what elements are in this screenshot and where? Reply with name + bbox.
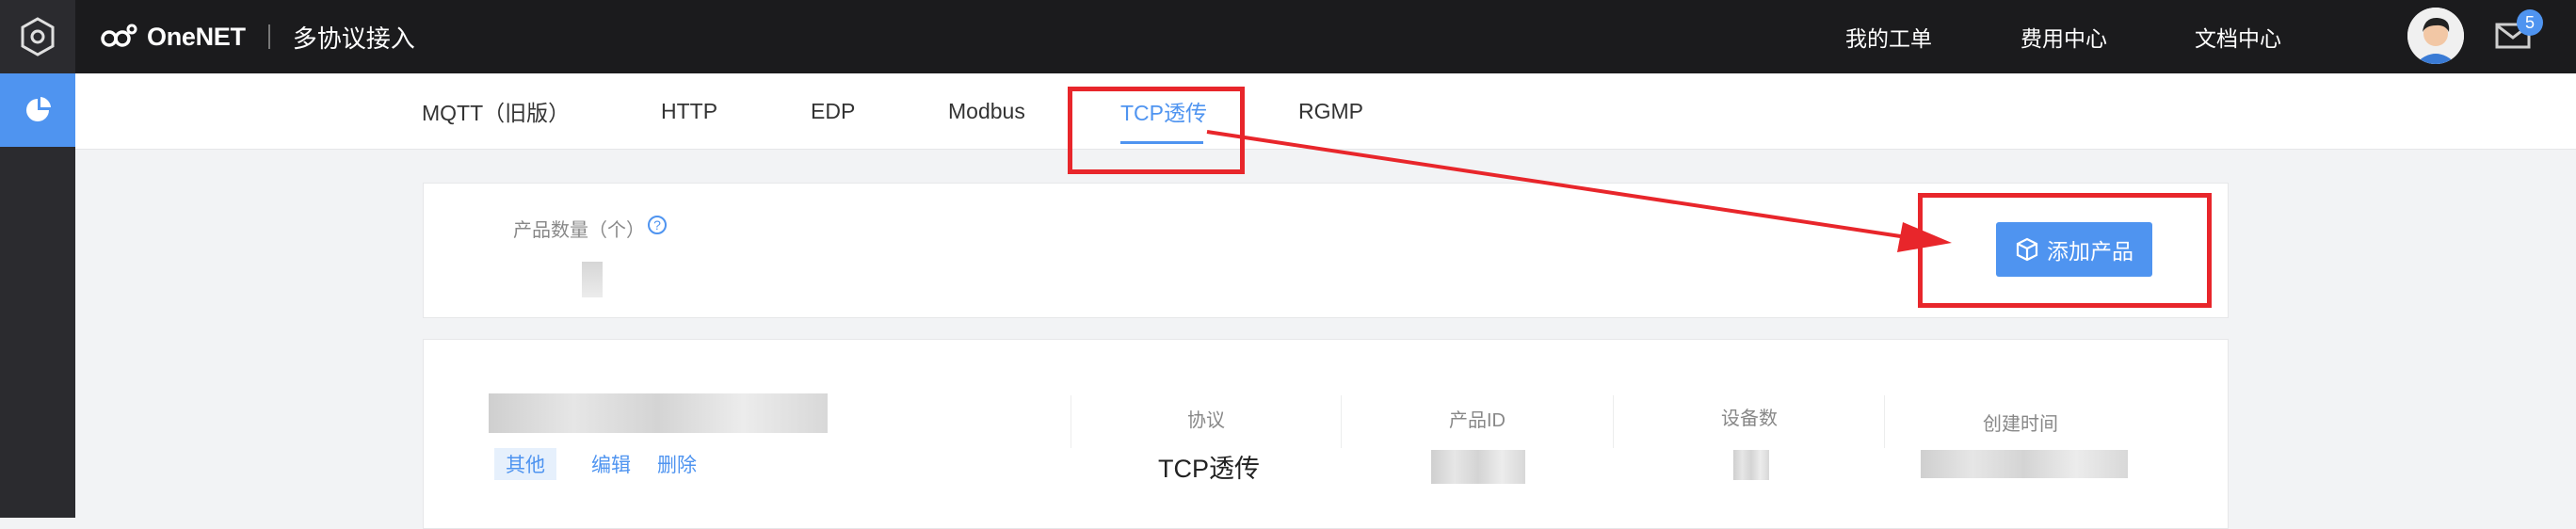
col-header-protocol: 协议: [1187, 410, 1225, 431]
col-value-device-count: [1733, 450, 1769, 480]
nav-billing-center[interactable]: 费用中心: [2021, 0, 2107, 73]
tab-rgmp[interactable]: RGMP: [1298, 73, 1363, 149]
tab-http[interactable]: HTTP: [661, 73, 717, 149]
col-header-product-id: 产品ID: [1449, 410, 1505, 431]
product-card: [423, 339, 2229, 529]
column-divider: [1341, 395, 1342, 448]
dashboard-pie-icon[interactable]: [0, 73, 75, 147]
product-tag-other[interactable]: 其他: [494, 448, 556, 480]
onenet-logo-icon: [101, 24, 137, 47]
column-divider: [1884, 395, 1885, 448]
col-header-device-count: 设备数: [1721, 409, 1778, 429]
col-value-product-id: [1431, 450, 1525, 484]
col-header-created-time: 创建时间: [1983, 414, 2058, 435]
brand[interactable]: OneNET 多协议接入: [100, 0, 415, 73]
annotation-box-tab: [1068, 87, 1245, 174]
edit-link[interactable]: 编辑: [591, 448, 631, 480]
page-title: 多协议接入: [292, 24, 415, 53]
delete-link[interactable]: 删除: [657, 448, 697, 480]
home-hexagon-icon[interactable]: [0, 0, 75, 73]
brand-name: OneNET: [147, 22, 246, 51]
product-count-value: [582, 262, 603, 297]
nav-docs-center[interactable]: 文档中心: [2195, 0, 2281, 73]
annotation-box-button: [1918, 193, 2212, 308]
product-name[interactable]: [489, 393, 828, 433]
product-count-label: 产品数量（个）: [513, 220, 645, 241]
brand-divider: [267, 24, 270, 49]
nav-my-tickets[interactable]: 我的工单: [1845, 0, 1932, 73]
col-value-created-time: [1921, 450, 2128, 478]
tab-edp[interactable]: EDP: [811, 73, 855, 149]
column-divider: [1613, 395, 1614, 448]
tab-mqtt-legacy[interactable]: MQTT（旧版）: [422, 73, 570, 149]
col-value-protocol: TCP透传: [1158, 455, 1260, 483]
mail-count-badge: 5: [2517, 9, 2543, 36]
question-circle-icon[interactable]: ?: [648, 216, 667, 234]
avatar[interactable]: [2407, 8, 2464, 64]
tab-modbus[interactable]: Modbus: [948, 73, 1025, 149]
